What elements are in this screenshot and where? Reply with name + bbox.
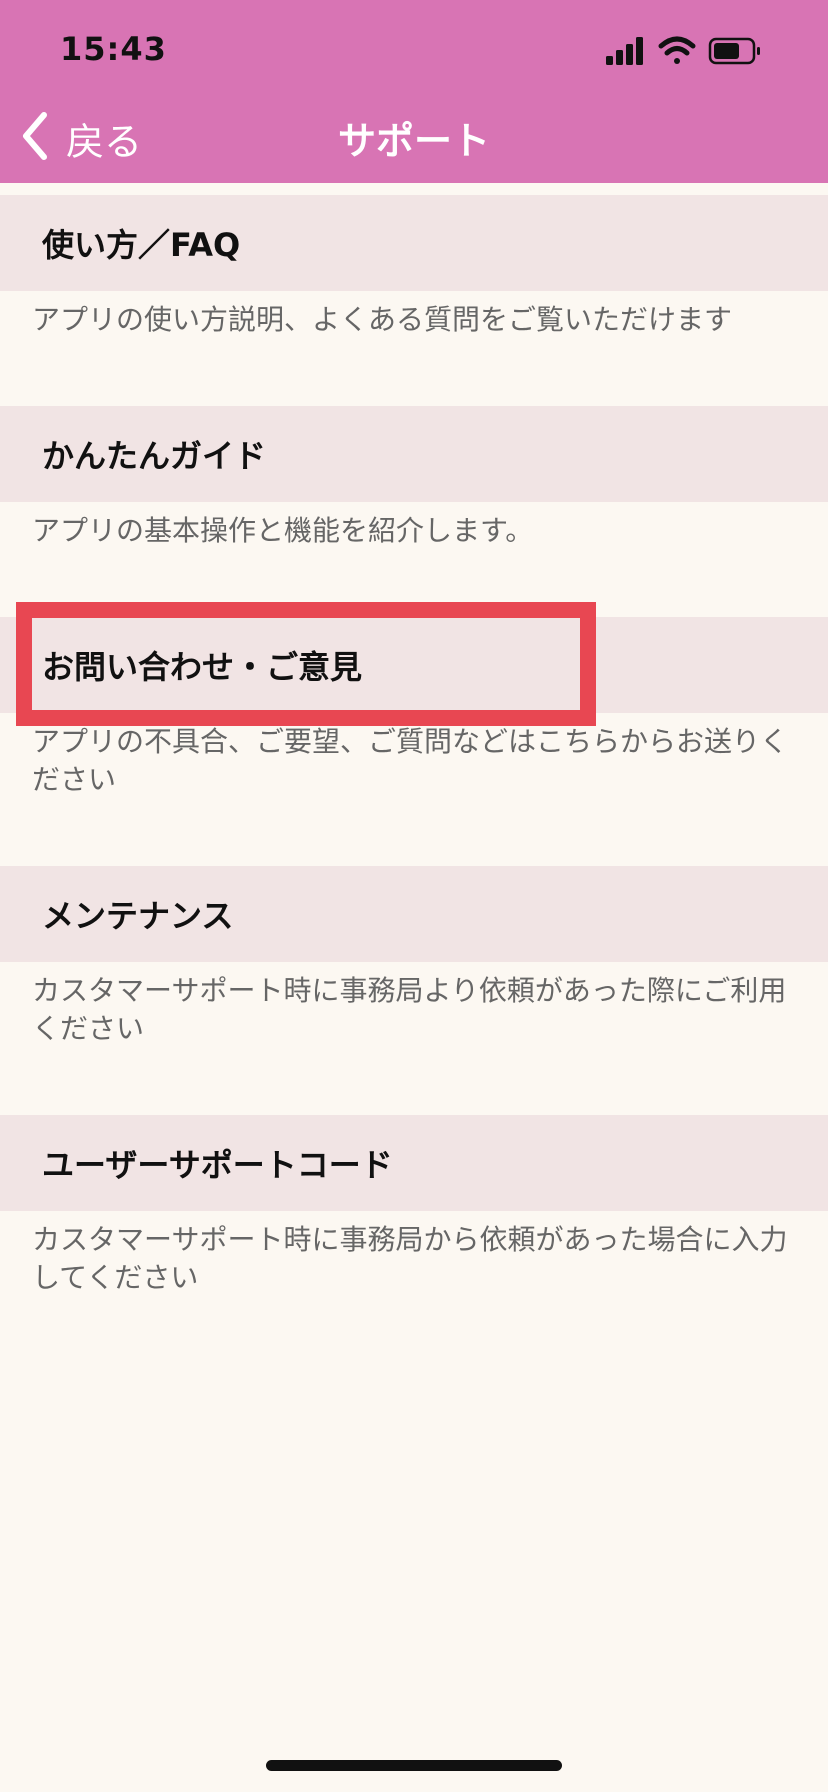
page-title: サポート xyxy=(337,119,490,163)
section-title: ユーザーサポートコード xyxy=(42,1146,393,1184)
section-description: アプリの使い方説明、よくある質問をご覧いただけます xyxy=(32,303,733,336)
status-time: 15:43 xyxy=(60,30,167,68)
support-item-guide[interactable]: かんたんガイド アプリの基本操作と機能を紹介します。 xyxy=(0,406,828,550)
support-item-faq[interactable]: 使い方／FAQ アプリの使い方説明、よくある質問をご覧いただけます xyxy=(0,195,828,339)
cellular-signal-icon xyxy=(606,37,643,65)
highlight-annotation xyxy=(16,602,596,726)
section-header: メンテナンス xyxy=(0,866,828,962)
section-title: かんたんガイド xyxy=(42,437,267,475)
section-title: 使い方／FAQ xyxy=(42,226,241,264)
support-item-maintenance[interactable]: メンテナンス カスタマーサポート時に事務局より依頼があった際にご利用ください xyxy=(0,866,828,1048)
status-icons xyxy=(606,34,792,68)
section-title: メンテナンス xyxy=(42,897,234,935)
navigation-header: 15:43 戻る サポート xyxy=(0,0,828,183)
battery-icon xyxy=(708,37,760,65)
section-description: アプリの基本操作と機能を紹介します。 xyxy=(32,514,534,547)
home-indicator[interactable] xyxy=(266,1760,562,1771)
section-header: かんたんガイド xyxy=(0,406,828,502)
section-header: ユーザーサポートコード xyxy=(0,1115,828,1211)
section-description: カスタマーサポート時に事務局より依頼があった際にご利用ください xyxy=(32,974,787,1045)
support-item-support-code[interactable]: ユーザーサポートコード カスタマーサポート時に事務局から依頼があった場合に入力し… xyxy=(0,1115,828,1297)
section-description: カスタマーサポート時に事務局から依頼があった場合に入力してください xyxy=(32,1223,788,1294)
wifi-icon xyxy=(658,36,696,64)
section-header: 使い方／FAQ xyxy=(0,195,828,291)
